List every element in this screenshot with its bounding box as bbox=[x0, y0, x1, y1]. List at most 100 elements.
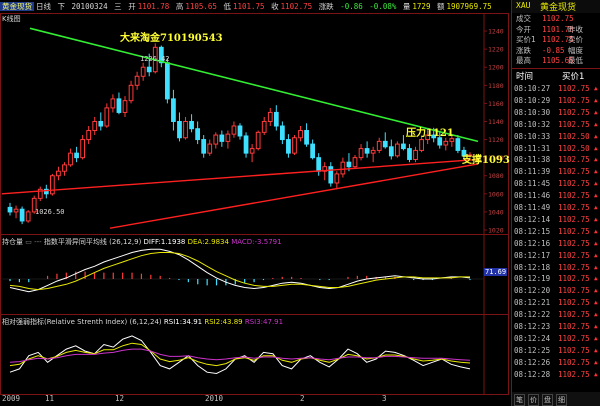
kline-chart-area[interactable]: 1240122012001180116011401120110010801060… bbox=[0, 0, 511, 406]
candle-body bbox=[183, 120, 188, 139]
candle-body bbox=[104, 107, 110, 127]
candle-body bbox=[346, 161, 352, 168]
candle-body bbox=[25, 211, 31, 222]
candle-body bbox=[128, 84, 134, 102]
candle-body bbox=[19, 208, 25, 222]
tab-detail[interactable]: 细 bbox=[556, 394, 567, 406]
quote-panel: XAU 黄金现货 成交 1102.75 今开 1101.78 昨收 买价1 1102.75 卖… bbox=[511, 0, 600, 406]
candle-body bbox=[13, 208, 19, 213]
kline-tag[interactable]: K线图 bbox=[2, 14, 21, 24]
candle-body bbox=[261, 120, 267, 133]
candle-body bbox=[358, 148, 364, 159]
diff-line bbox=[9, 248, 471, 293]
price-tick-label: 1160 bbox=[488, 100, 504, 108]
quote-panel-header: XAU 黄金现货 bbox=[512, 0, 600, 13]
dea-value: 2.9834 bbox=[204, 238, 229, 246]
up-arrow-icon: ▲ bbox=[594, 168, 598, 176]
candle-body bbox=[298, 130, 303, 139]
trade-price: 1102.75 bbox=[558, 226, 590, 236]
candle-body bbox=[213, 134, 219, 145]
trade-time: 08:12:21 bbox=[514, 298, 551, 308]
quote-name: 黄金现货 bbox=[540, 3, 577, 13]
high-price-mark: 1226.42 bbox=[140, 55, 170, 63]
up-arrow-icon: ▲ bbox=[594, 346, 598, 354]
trade-price: 1102.75 bbox=[558, 322, 590, 331]
macd-title[interactable]: 持仓量 bbox=[2, 238, 23, 246]
trade-header-time: 时间 bbox=[516, 72, 534, 82]
quote-row-key2: 最低 bbox=[568, 56, 583, 65]
trade-time: 08:10:32 bbox=[514, 119, 551, 129]
annotation-support: 支撑1093 bbox=[462, 155, 510, 166]
trade-price: 1102.75 bbox=[558, 357, 590, 367]
candle-body bbox=[255, 131, 261, 150]
quote-row-value: 1102.75 bbox=[542, 14, 574, 23]
trade-price: 1102.75 bbox=[558, 274, 590, 284]
rsi-params: (6,12,24) bbox=[129, 318, 162, 326]
trade-time: 08:10:33 bbox=[514, 131, 551, 141]
trade-row: 08:10:33 1102.50 ▲ bbox=[514, 131, 600, 142]
candle-body bbox=[231, 125, 237, 135]
trade-price: 1102.75 bbox=[558, 191, 590, 201]
x-axis: 2009 11 12 2010 2 3 bbox=[0, 394, 510, 406]
x-axis-label: 11 bbox=[45, 394, 55, 403]
candle-body bbox=[249, 148, 255, 154]
trade-time: 08:12:16 bbox=[514, 238, 551, 248]
candle-body bbox=[237, 125, 243, 137]
dea-line bbox=[9, 252, 470, 291]
candle-body bbox=[80, 139, 86, 159]
up-arrow-icon: ▲ bbox=[594, 204, 598, 211]
quote-row: 成交 1102.75 bbox=[514, 14, 600, 24]
trade-price: 1102.75 bbox=[558, 179, 590, 189]
up-arrow-icon: ▲ bbox=[594, 180, 598, 188]
candle-body bbox=[140, 66, 146, 77]
up-arrow-icon: ▲ bbox=[594, 370, 598, 378]
trade-row: 08:12:24 1102.75 ▲ bbox=[514, 333, 600, 344]
candle-body bbox=[98, 120, 104, 127]
quote-code[interactable]: XAU bbox=[516, 1, 530, 10]
trade-time: 08:12:22 bbox=[514, 310, 551, 320]
up-arrow-icon: ▲ bbox=[594, 239, 598, 247]
up-arrow-icon: ▲ bbox=[594, 96, 598, 104]
trade-row: 08:12:22 1102.75 ▲ bbox=[514, 309, 600, 320]
macd-desc: 指数平滑异同平均线 bbox=[43, 238, 107, 246]
candle-body bbox=[455, 138, 461, 151]
tab-price[interactable]: 价 bbox=[528, 394, 539, 406]
trade-price: 1102.75 bbox=[558, 250, 590, 260]
candle-body bbox=[164, 62, 170, 100]
trade-row: 08:12:15 1102.75 ▲ bbox=[514, 226, 600, 237]
low-price-mark: 1026.50 bbox=[35, 208, 65, 216]
macd-right-value: 71.69 bbox=[484, 268, 508, 276]
rsi1-value: 34.91 bbox=[182, 318, 203, 326]
up-arrow-icon: ▲ bbox=[594, 358, 598, 366]
x-axis-label: 12 bbox=[115, 394, 125, 403]
candle-body bbox=[62, 164, 67, 172]
quote-row-key: 最高 bbox=[516, 56, 531, 65]
trade-row: 08:12:18 1102.75 ▲ bbox=[514, 262, 600, 273]
trade-row: 08:12:23 1102.75 ▲ bbox=[514, 321, 600, 332]
candle-body bbox=[443, 140, 449, 146]
up-arrow-icon: ▲ bbox=[594, 334, 598, 342]
trade-price: 1102.75 bbox=[558, 119, 590, 129]
trade-row: 08:12:14 1102.75 ▲ bbox=[514, 214, 600, 225]
tab-book[interactable]: 盘 bbox=[542, 394, 553, 406]
candle-body bbox=[225, 133, 231, 142]
rsi3-label: RSI3: bbox=[244, 318, 264, 326]
candle-body bbox=[74, 152, 79, 159]
macd-value: -3.5791 bbox=[254, 238, 282, 246]
trade-row: 08:10:30 1102.75 ▲ bbox=[514, 107, 600, 118]
candle-body bbox=[449, 138, 455, 142]
trade-row: 08:12:25 1102.75 ▲ bbox=[514, 345, 600, 356]
up-arrow-icon: ▲ bbox=[594, 263, 598, 271]
up-arrow-icon: ▲ bbox=[594, 144, 598, 152]
candle-body bbox=[413, 149, 418, 160]
trade-price: 1102.75 bbox=[558, 238, 590, 248]
trade-price: 1102.75 bbox=[558, 214, 590, 224]
rsi-title[interactable]: 相对强弱指标(Relative Strenth Index) bbox=[2, 318, 127, 326]
up-arrow-icon: ▲ bbox=[594, 275, 598, 283]
candle-body bbox=[340, 161, 346, 175]
tab-trades[interactable]: 笔 bbox=[514, 394, 525, 406]
candle-body bbox=[273, 111, 279, 127]
candle-body bbox=[195, 128, 201, 141]
trade-header: 时间 买价1 bbox=[516, 70, 600, 82]
trade-row: 08:12:16 1102.75 ▲ bbox=[514, 238, 600, 249]
